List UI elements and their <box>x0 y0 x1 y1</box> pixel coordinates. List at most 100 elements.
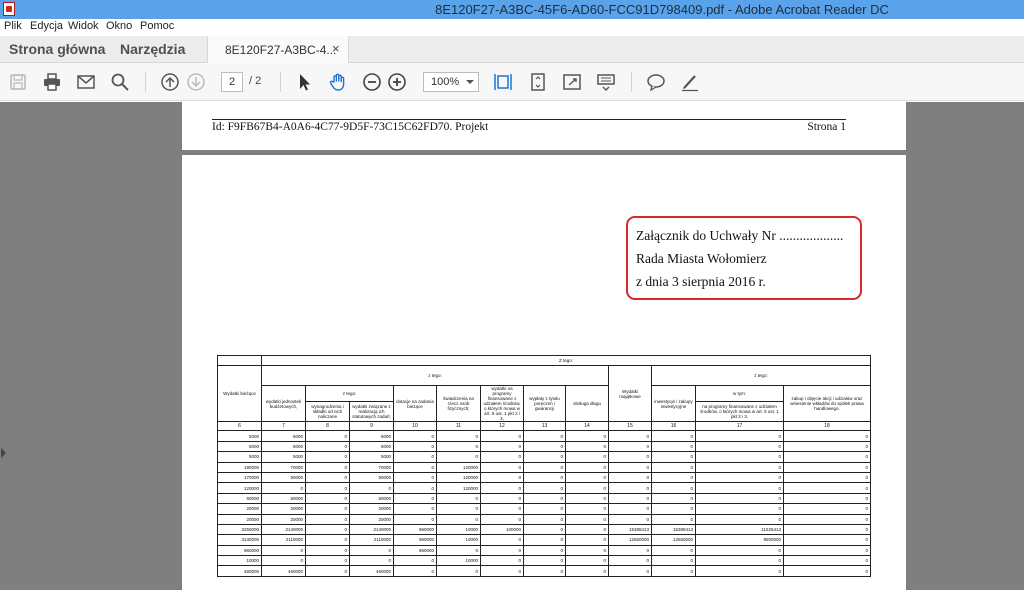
table-cell: 0 <box>695 503 784 515</box>
table-cell: 20000 <box>261 513 306 525</box>
table-cell: 170000 <box>217 471 262 484</box>
table-row: 20000 20000 0 20000 0 0 0 0 0 0 0 0 0 <box>217 503 871 515</box>
table-cell: 0 <box>695 430 784 442</box>
table-cell: 0 <box>651 492 696 505</box>
menu-view[interactable]: Widok <box>68 20 99 32</box>
table-cell: 0 <box>523 565 566 577</box>
table-row: 960000 0 0 0 960000 0 0 0 0 0 0 0 0 <box>217 544 871 557</box>
table-cell: 0 <box>608 555 652 567</box>
full-screen-icon[interactable] <box>560 70 584 94</box>
table-header: wynagrodzenia i składki od nich naliczan… <box>305 401 350 423</box>
tab-document[interactable]: 8E120F27-A3BC-4... × <box>207 36 349 64</box>
table-cell: 0 <box>651 451 696 463</box>
pdf-page-2: Załącznik do Uchwały Nr ................… <box>182 155 906 590</box>
table-cell: 120000 <box>436 471 481 484</box>
table-cell: 0 <box>393 430 437 442</box>
table-cell: 5000 <box>217 451 262 463</box>
email-icon[interactable] <box>74 70 98 94</box>
fit-page-icon[interactable] <box>526 70 550 94</box>
table-cell: 0 <box>393 451 437 463</box>
zoom-in-icon[interactable] <box>385 70 409 94</box>
table-cell: 5000 <box>217 430 262 442</box>
table-cell: 0 <box>695 482 784 494</box>
table-cell: 0 <box>436 430 481 442</box>
table-header: wydatki związane z realizacją ich statut… <box>349 401 394 423</box>
table-row: 190000 70000 0 70000 0 120000 0 0 0 0 0 0 0 <box>217 461 871 473</box>
table-cell: 20000 <box>217 513 262 525</box>
table-cell: 0 <box>349 482 394 494</box>
table-cell: 5000 <box>261 430 306 442</box>
menu-window[interactable]: Okno <box>106 20 132 32</box>
table-cell: 0 <box>261 544 306 557</box>
table-cell: 0 <box>608 492 652 505</box>
column-number-cell: 17 <box>695 421 784 432</box>
table-cell: 0 <box>305 482 350 494</box>
table-cell: 0 <box>651 461 696 473</box>
table-cell: 10000 <box>217 555 262 567</box>
table-cell: 0 <box>695 440 784 453</box>
expand-panel-arrow-icon[interactable] <box>1 448 6 458</box>
table-cell: 0 <box>305 503 350 515</box>
page-down-icon[interactable] <box>184 70 208 94</box>
table-cell: 0 <box>608 451 652 463</box>
table-header: obsługa długu <box>565 385 609 423</box>
table-cell: 15388413 <box>651 523 696 536</box>
toolbar-separator <box>145 72 146 92</box>
title-bar: 8E120F27-A3BC-45F6-AD60-FCC91D798409.pdf… <box>0 0 1024 19</box>
table-cell: 0 <box>436 440 481 453</box>
zoom-select[interactable]: 100% <box>423 72 479 92</box>
table-cell: 0 <box>480 492 524 505</box>
table-row: 5000 5000 0 5000 0 0 0 0 0 0 0 0 0 <box>217 440 871 453</box>
tab-tools[interactable]: Narzędzia <box>120 41 185 57</box>
table-cell: 20000 <box>217 503 262 515</box>
table-cell: 0 <box>565 503 609 515</box>
table-cell: 0 <box>783 492 871 505</box>
table-row: 170000 50000 0 50000 0 120000 0 0 0 0 0 0 0 <box>217 471 871 484</box>
table-cell: 50000 <box>261 492 306 505</box>
page-up-icon[interactable] <box>158 70 182 94</box>
save-icon[interactable] <box>6 70 30 94</box>
tab-home[interactable]: Strona główna <box>9 41 105 57</box>
table-cell: 0 <box>565 523 609 536</box>
table-cell: 0 <box>565 565 609 577</box>
search-icon[interactable] <box>108 70 132 94</box>
close-tab-icon[interactable]: × <box>332 41 340 56</box>
table-row: 3130000 2110000 0 2110000 960000 10000 0 0 0 1265… <box>217 534 871 546</box>
page-header-number: Strona 1 <box>807 121 846 133</box>
table-cell: 0 <box>523 451 566 463</box>
table-cell: 0 <box>480 482 524 494</box>
select-arrow-icon[interactable] <box>292 70 316 94</box>
hand-tool-icon[interactable] <box>326 70 350 94</box>
read-mode-icon[interactable] <box>594 70 618 94</box>
page-number-input[interactable]: 2 <box>221 72 243 92</box>
comment-icon[interactable] <box>644 70 668 94</box>
table-cell: 0 <box>523 430 566 442</box>
document-viewport[interactable]: Id: F9FB67B4-A0A6-4C77-9D5F-73C15C62FD70… <box>0 102 1024 590</box>
table-cell: 0 <box>480 440 524 453</box>
table-cell: 0 <box>651 482 696 494</box>
table-cell: 0 <box>261 555 306 567</box>
table-cell: 0 <box>523 492 566 505</box>
table-cell: 5000 <box>217 440 262 453</box>
zoom-out-icon[interactable] <box>360 70 384 94</box>
table-cell: 0 <box>523 544 566 557</box>
menu-file[interactable]: Plik <box>4 20 22 32</box>
table-header: dotacje na zadania bieżące <box>393 385 437 423</box>
table-cell: 0 <box>305 440 350 453</box>
sign-icon[interactable] <box>678 70 702 94</box>
table-cell: 0 <box>695 565 784 577</box>
table-cell: 2110000 <box>261 534 306 546</box>
menu-edit[interactable]: Edycja <box>30 20 63 32</box>
print-icon[interactable] <box>40 70 64 94</box>
menu-help[interactable]: Pomoc <box>140 20 174 32</box>
column-number-row: 6 7 8 9 10 11 12 13 14 15 16 17 18 <box>217 421 871 432</box>
fit-width-icon[interactable] <box>491 70 515 94</box>
table-cell: 0 <box>480 513 524 525</box>
table-cell: 120000 <box>217 482 262 494</box>
table-cell: 0 <box>436 544 481 557</box>
table-cell: 5000 <box>349 440 394 453</box>
attachment-note: Załącznik do Uchwały Nr ................… <box>626 216 862 300</box>
table-cell: 0 <box>651 513 696 525</box>
table-cell: 0 <box>393 565 437 577</box>
table-cell: 0 <box>783 565 871 577</box>
